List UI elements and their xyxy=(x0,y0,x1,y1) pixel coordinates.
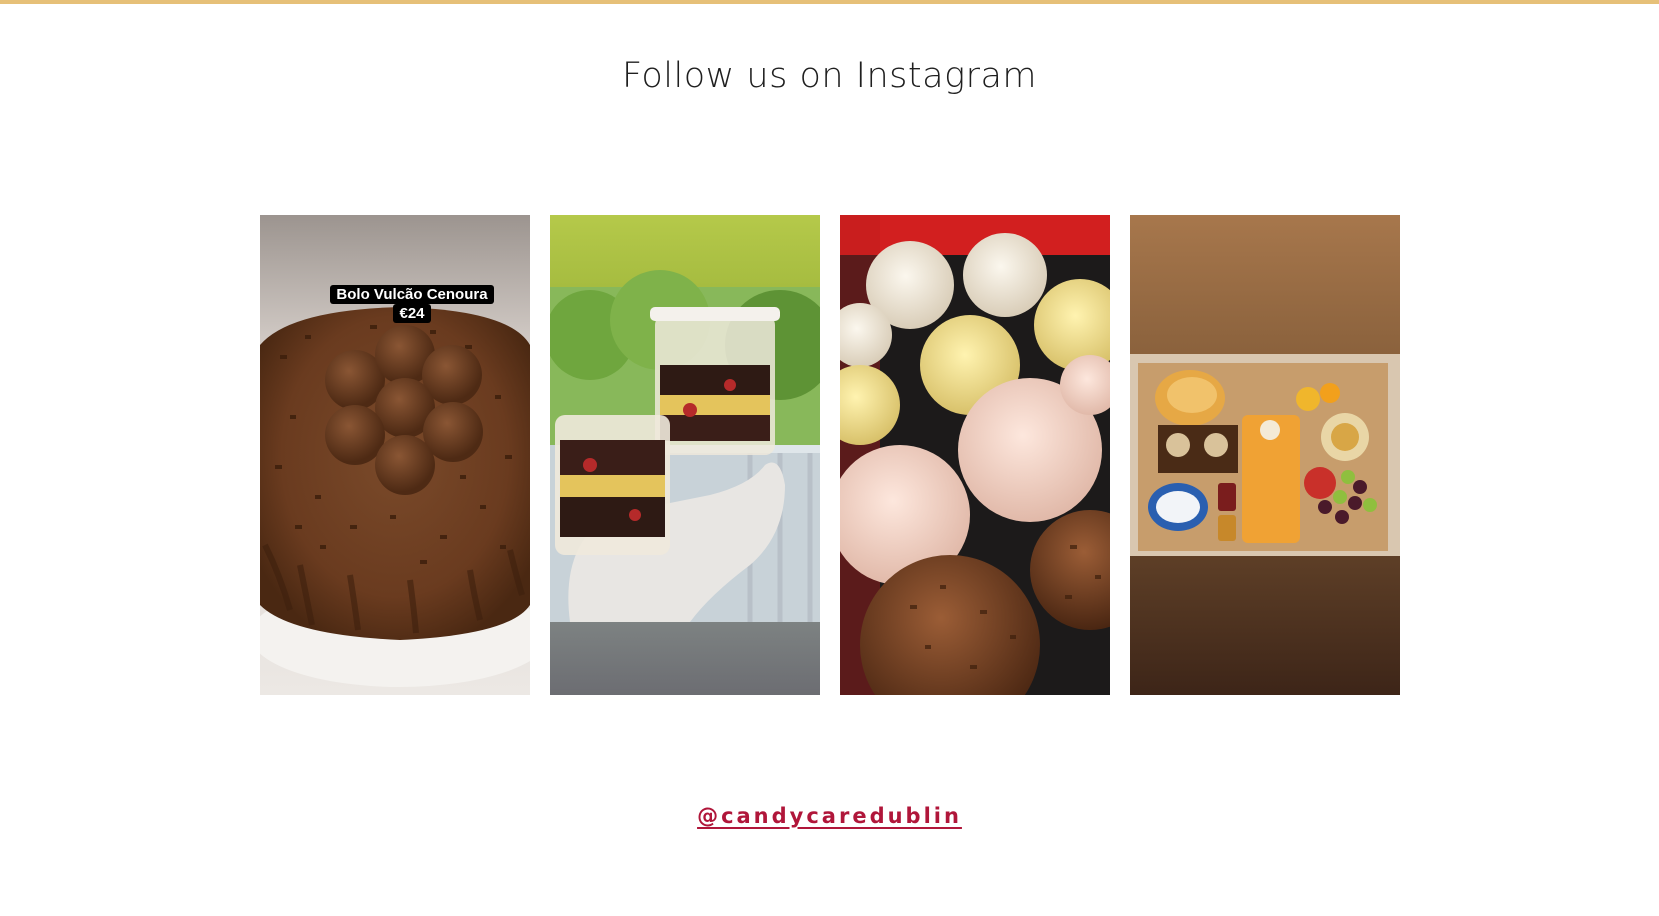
instagram-handle-link[interactable]: @candycaredublin xyxy=(697,804,962,828)
instagram-post-breakfast-box[interactable] xyxy=(1130,215,1400,695)
price-sticker: Bolo Vulcão Cenoura €24 xyxy=(324,285,500,323)
instagram-post-brigadeiros[interactable] xyxy=(840,215,1110,695)
brigadeiros-photo xyxy=(840,215,1110,695)
instagram-handle-container: @candycaredublin xyxy=(0,804,1659,828)
instagram-section: Follow us on Instagram Bolo Vulcão Cenou… xyxy=(0,0,1659,916)
sticker-price: €24 xyxy=(393,304,431,323)
instagram-feed: Bolo Vulcão Cenoura €24 xyxy=(260,215,1400,695)
cake-cups-photo xyxy=(550,215,820,695)
instagram-post-chocolate-cake[interactable]: Bolo Vulcão Cenoura €24 xyxy=(260,215,530,695)
sticker-title: Bolo Vulcão Cenoura xyxy=(330,285,494,304)
top-accent-rule xyxy=(0,0,1659,4)
section-title: Follow us on Instagram xyxy=(621,56,1038,96)
instagram-post-cake-cups[interactable] xyxy=(550,215,820,695)
breakfast-box-photo xyxy=(1130,215,1400,695)
